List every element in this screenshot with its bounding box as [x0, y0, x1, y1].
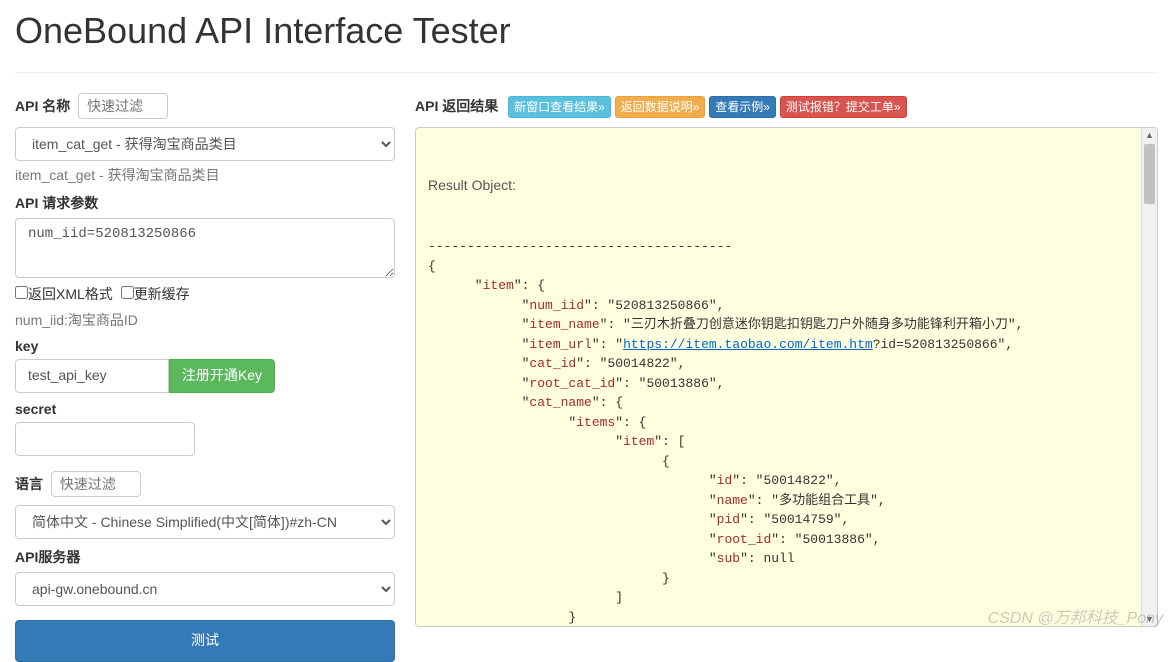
new-window-button[interactable]: 新窗口查看结果» [508, 96, 611, 118]
test-button[interactable]: 测试 [15, 620, 395, 662]
view-example-button[interactable]: 查看示例» [709, 96, 776, 118]
cache-checkbox-label: 更新缓存 [134, 286, 190, 302]
report-error-button[interactable]: 测试报错？提交工单» [780, 96, 907, 118]
result-box: Result Object: -------------------------… [415, 127, 1158, 627]
params-help: num_iid:淘宝商品ID [15, 310, 395, 330]
secret-input[interactable] [15, 422, 195, 456]
lang-filter-input[interactable] [51, 471, 141, 497]
result-content[interactable]: Result Object: -------------------------… [416, 128, 1141, 626]
lang-label: 语言 [15, 474, 43, 494]
secret-label: secret [15, 401, 56, 417]
params-textarea[interactable]: num_iid=520813250866 [15, 218, 395, 278]
register-key-button[interactable]: 注册开通Key [169, 359, 275, 393]
server-label: API服务器 [15, 547, 80, 567]
result-object-title: Result Object: [428, 175, 1129, 196]
server-select[interactable]: api-gw.onebound.cn [15, 572, 395, 606]
api-name-select[interactable]: item_cat_get - 获得淘宝商品类目 [15, 127, 395, 161]
api-name-help: item_cat_get - 获得淘宝商品类目 [15, 165, 395, 185]
lang-select[interactable]: 简体中文 - Chinese Simplified(中文[简体])#zh-CN [15, 505, 395, 539]
result-label: API 返回结果 [415, 96, 498, 116]
scroll-up-icon[interactable]: ▲ [1142, 128, 1157, 142]
api-name-filter-input[interactable] [78, 93, 168, 119]
scrollbar[interactable]: ▲ ▼ [1141, 128, 1157, 626]
scroll-down-icon[interactable]: ▼ [1142, 612, 1157, 626]
cache-checkbox[interactable] [121, 286, 134, 299]
xml-checkbox-label: 返回XML格式 [28, 286, 113, 302]
params-label: API 请求参数 [15, 193, 98, 213]
key-input[interactable] [15, 359, 169, 393]
data-explain-button[interactable]: 返回数据说明» [615, 96, 706, 118]
divider [15, 72, 1158, 73]
api-name-label: API 名称 [15, 96, 70, 116]
scrollbar-thumb[interactable] [1144, 144, 1155, 204]
key-label: key [15, 338, 38, 354]
page-title: OneBound API Interface Tester [15, 10, 1158, 52]
xml-checkbox[interactable] [15, 286, 28, 299]
